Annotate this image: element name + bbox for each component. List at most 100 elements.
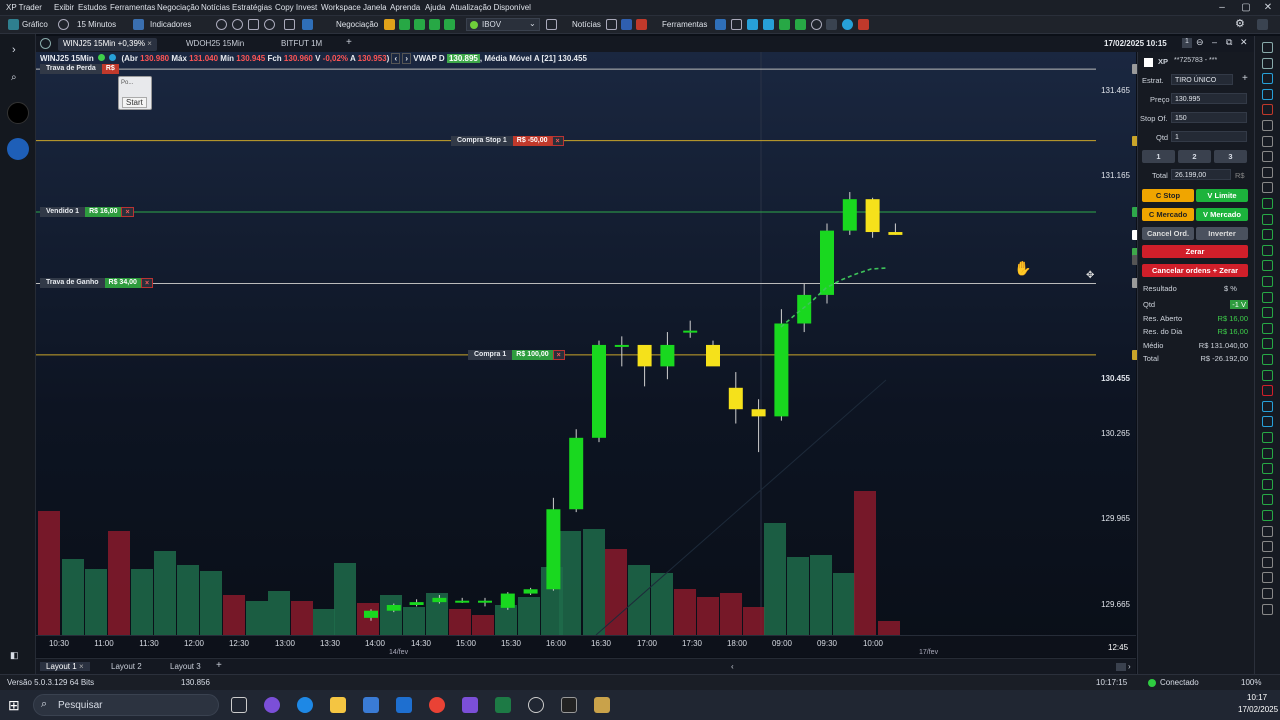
start-button[interactable]: Start (122, 97, 147, 108)
draw-tool-icon-6[interactable] (1262, 135, 1273, 147)
draw-tool-icon-32[interactable] (1262, 541, 1273, 553)
menu-11[interactable]: Atualização Disponível (450, 3, 531, 12)
tool7-icon[interactable] (811, 19, 822, 30)
store-icon[interactable] (363, 697, 379, 713)
tool4-icon[interactable] (763, 19, 774, 30)
clock-icon[interactable] (58, 19, 69, 30)
price-input[interactable]: 130.995 (1171, 93, 1247, 104)
search-icon[interactable]: ⌕ (11, 72, 17, 83)
stop-input[interactable]: 150 (1171, 112, 1247, 123)
tab-winj25[interactable]: WINJ25 15Min +0,39% × (58, 38, 157, 51)
settings-icon[interactable]: ⚙ (1235, 17, 1245, 30)
ibov-select[interactable]: IBOV ⌄ (466, 18, 540, 31)
win-restore-icon[interactable]: ⧉ (1226, 37, 1232, 48)
draw-tool-icon-12[interactable] (1262, 229, 1273, 241)
tv-icon[interactable] (621, 19, 632, 30)
order-box-3[interactable]: Trava de Ganho R$ 34,00 × (40, 278, 154, 289)
layout-icon[interactable] (302, 19, 313, 30)
draw-tool-icon-9[interactable] (1262, 182, 1273, 194)
draw-tool-icon-19[interactable] (1262, 338, 1273, 350)
v-limite-button[interactable]: V Limite (1196, 189, 1248, 202)
menu-5[interactable]: Estratégias (232, 3, 272, 12)
draw-tool-icon-33[interactable] (1262, 556, 1273, 568)
draw-tool-icon-10[interactable] (1262, 198, 1273, 209)
menu-10[interactable]: Ajuda (425, 3, 445, 12)
buy-icon[interactable] (384, 19, 395, 30)
c-mercado-button[interactable]: C Mercado (1142, 208, 1194, 221)
draw-tool-icon-8[interactable] (1262, 166, 1273, 178)
draw-tool-icon-22[interactable] (1262, 385, 1273, 397)
expand-icon[interactable]: › (12, 44, 16, 56)
sell-icon[interactable] (399, 19, 410, 30)
result-units-toggle[interactable]: $ % (1224, 284, 1237, 293)
draw-tool-icon-5[interactable] (1262, 120, 1273, 131)
cancel-order-icon[interactable]: × (140, 278, 154, 289)
close-icon[interactable]: ✕ (1258, 1, 1278, 15)
tab-wdoh25[interactable]: WDOH25 15Min (181, 38, 249, 51)
avatar[interactable] (7, 102, 29, 124)
start-popup[interactable]: Po... Start (118, 76, 152, 110)
draw-tool-icon-34[interactable] (1262, 572, 1273, 584)
taskbar-search[interactable]: ⌕ Pesquisar (33, 694, 219, 716)
menu-0[interactable]: Exibir (54, 3, 74, 12)
draw-tool-icon-14[interactable] (1262, 260, 1273, 272)
draw-tool-icon-11[interactable] (1262, 213, 1273, 225)
qty-3-button[interactable]: 3 (1214, 150, 1247, 163)
reset-icon[interactable] (264, 19, 275, 30)
ferramentas-button[interactable]: Ferramentas (662, 20, 707, 29)
v-mercado-button[interactable]: V Mercado (1196, 208, 1248, 221)
draw-tool-icon-13[interactable] (1262, 244, 1273, 256)
order-icon[interactable] (414, 19, 425, 30)
tool9-icon[interactable] (842, 19, 853, 30)
crosshair-icon[interactable] (284, 19, 295, 30)
draw-tool-icon-36[interactable] (1262, 603, 1273, 615)
qty-input[interactable]: 1 (1171, 131, 1247, 142)
scroll-right-icon[interactable]: › (1128, 662, 1131, 671)
draw-tool-icon-15[interactable] (1262, 276, 1273, 287)
interval-select[interactable]: 15 Minutos (77, 20, 116, 29)
draw-tool-icon-29[interactable] (1262, 494, 1273, 506)
news-icon[interactable] (636, 19, 647, 30)
menu-3[interactable]: Negociação (157, 3, 199, 12)
tool3-icon[interactable] (747, 19, 758, 30)
draw-tool-icon-27[interactable] (1262, 463, 1273, 475)
xptrader-icon[interactable] (594, 697, 610, 713)
draw-tool-icon-31[interactable] (1262, 525, 1273, 537)
edge-icon[interactable] (297, 697, 313, 713)
draw-tool-icon-35[interactable] (1262, 588, 1273, 599)
tool5-icon[interactable] (779, 19, 790, 30)
draw-tool-icon-16[interactable] (1262, 291, 1273, 303)
menu-7[interactable]: Workspace (321, 3, 361, 12)
tool6-icon[interactable] (795, 19, 806, 30)
win-close-icon[interactable]: ✕ (1240, 37, 1248, 48)
tab-bitfut[interactable]: BITFUT 1M (276, 38, 327, 51)
task-view-icon[interactable] (231, 697, 247, 713)
cancel-zerar-button[interactable]: Cancelar ordens + Zerar (1142, 264, 1248, 277)
indicator-icon[interactable] (133, 19, 144, 30)
cancel-order-icon[interactable]: × (121, 207, 134, 218)
draw-tool-icon-3[interactable] (1262, 88, 1273, 100)
zoom-fit-icon[interactable] (248, 19, 259, 30)
layout-tab-3[interactable]: Layout 3 (170, 662, 201, 671)
draw-tool-icon-23[interactable] (1262, 400, 1273, 412)
chart-icon[interactable] (8, 19, 19, 30)
draw-tool-icon-2[interactable] (1262, 73, 1273, 85)
menu-4[interactable]: Notícias (201, 3, 230, 12)
tool10-icon[interactable] (858, 19, 869, 30)
tool1-icon[interactable] (715, 19, 726, 30)
draw-tool-icon-24[interactable] (1262, 416, 1273, 428)
menu-1[interactable]: Estudos (78, 3, 107, 12)
menu-8[interactable]: Janela (363, 3, 387, 12)
outlook-icon[interactable] (396, 697, 412, 713)
cancel-order-icon[interactable]: × (552, 349, 565, 360)
book-icon[interactable] (429, 19, 440, 30)
draw-tool-icon-1[interactable] (1262, 57, 1273, 69)
win-minimize-icon[interactable]: – (1212, 37, 1217, 47)
draw-tool-icon-18[interactable] (1262, 322, 1273, 334)
menu-2[interactable]: Ferramentas (110, 3, 155, 12)
cancel-order-icon[interactable]: × (551, 135, 564, 146)
draw-tool-icon-30[interactable] (1262, 510, 1273, 521)
scroll-left-icon[interactable]: ‹ (731, 662, 734, 671)
copilot-icon[interactable] (264, 697, 280, 713)
menu-9[interactable]: Aprenda (390, 3, 420, 12)
